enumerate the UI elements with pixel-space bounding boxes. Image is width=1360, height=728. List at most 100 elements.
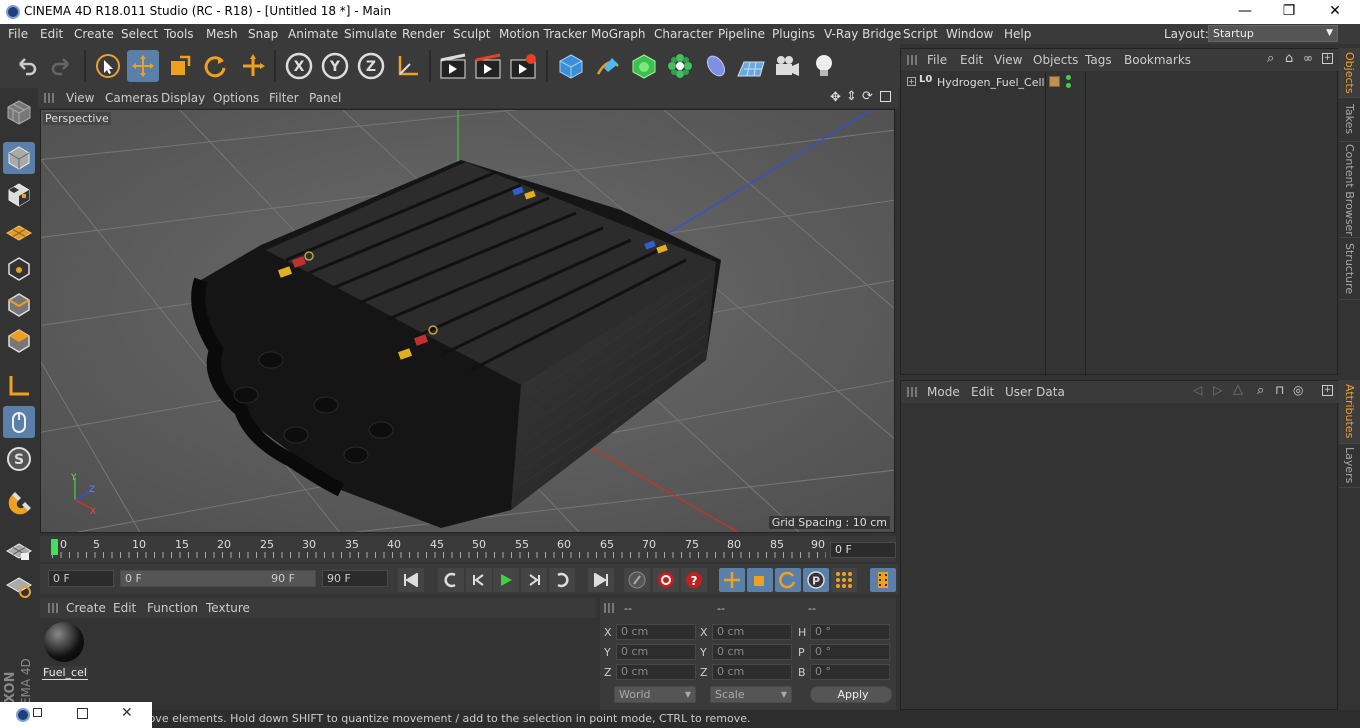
tab-objects[interactable]: Objects (1339, 48, 1360, 98)
light-button[interactable] (808, 50, 840, 82)
size-mode-select[interactable]: Scale ▼ (710, 686, 792, 703)
camera-button[interactable] (771, 50, 803, 82)
menu-character[interactable]: Character (654, 27, 713, 41)
object-menu-tags[interactable]: Tags (1085, 53, 1112, 67)
playhead-marker[interactable] (51, 539, 58, 555)
scale-tool-button[interactable] (164, 50, 196, 82)
menu-help[interactable]: Help (1004, 27, 1031, 41)
object-menu-objects[interactable]: Objects (1033, 53, 1078, 67)
minimize-button[interactable]: — (1222, 0, 1268, 24)
tab-attributes[interactable]: Attributes (1339, 380, 1360, 444)
maximize-button[interactable]: ❐ (1266, 0, 1312, 24)
home-icon[interactable]: ⌂ (1285, 51, 1293, 66)
material-menu-edit[interactable]: Edit (113, 601, 136, 615)
autokey-button[interactable] (653, 568, 679, 592)
close-icon[interactable]: ✕ (121, 705, 133, 721)
menu-file[interactable]: File (8, 27, 28, 41)
floor-button[interactable] (735, 50, 767, 82)
tab-content-browser[interactable]: Content Browser (1339, 142, 1360, 238)
end-frame-field[interactable]: 90 F (322, 570, 388, 587)
rotation-h-field[interactable]: 0 ° (810, 624, 890, 640)
model-mode-button[interactable] (3, 142, 35, 174)
live-selection-button[interactable] (92, 50, 124, 82)
size-y-field[interactable]: 0 cm (712, 644, 792, 660)
restore-icon[interactable] (33, 708, 42, 717)
size-x-field[interactable]: 0 cm (712, 624, 792, 640)
previous-key-button[interactable] (438, 568, 464, 592)
menu-pipeline[interactable]: Pipeline (718, 27, 765, 41)
object-menu-file[interactable]: File (927, 53, 947, 67)
lock-icon[interactable]: ⊓ (1275, 383, 1284, 397)
menu-select[interactable]: Select (121, 27, 158, 41)
viewport-menu-view[interactable]: View (66, 91, 94, 105)
redo-button[interactable] (46, 50, 78, 82)
apply-button[interactable]: Apply (810, 686, 892, 703)
go-to-start-button[interactable] (398, 568, 424, 592)
viewport-rotate-icon[interactable]: ⟳ (862, 89, 873, 104)
menu-tools[interactable]: Tools (164, 27, 194, 41)
rotation-p-field[interactable]: 0 ° (810, 644, 890, 660)
start-frame-field[interactable]: 0 F (48, 570, 114, 587)
object-menu-bookmarks[interactable]: Bookmarks (1124, 53, 1191, 67)
workplane-lock-button[interactable] (3, 534, 35, 566)
make-editable-button[interactable] (3, 96, 35, 128)
new-panel-icon[interactable]: + (1322, 53, 1333, 64)
attribute-menu-edit[interactable]: Edit (971, 385, 994, 399)
next-frame-button[interactable] (521, 568, 547, 592)
play-button[interactable] (493, 568, 519, 592)
menu-window[interactable]: Window (946, 27, 993, 41)
transform-tool-button[interactable] (237, 50, 269, 82)
menu-animate[interactable]: Animate (288, 27, 338, 41)
tab-layers[interactable]: Layers (1339, 444, 1360, 488)
layer-color-swatch[interactable] (1049, 76, 1060, 87)
key-parameter-button[interactable]: P (803, 568, 829, 592)
material-menu-texture[interactable]: Texture (206, 601, 250, 615)
tab-structure[interactable]: Structure (1339, 238, 1360, 300)
attribute-menu-user-data[interactable]: User Data (1005, 385, 1065, 399)
target-icon[interactable]: ◎ (1293, 383, 1303, 397)
viewport-menu-options[interactable]: Options (213, 91, 259, 105)
back-arrow-icon[interactable]: ◁ (1193, 383, 1202, 397)
viewport-menu-cameras[interactable]: Cameras (105, 91, 158, 105)
z-axis-lock-button[interactable]: Z (355, 50, 387, 82)
menu-edit[interactable]: Edit (40, 27, 63, 41)
go-to-end-button[interactable] (588, 568, 614, 592)
tweak-mode-button[interactable] (3, 406, 35, 438)
previous-frame-button[interactable] (466, 568, 492, 592)
points-mode-button[interactable] (3, 253, 35, 285)
snap-button[interactable] (3, 488, 35, 520)
keyframe-selection-button[interactable]: ? (681, 568, 707, 592)
viewport-maximize-icon[interactable] (880, 91, 891, 102)
object-row[interactable]: + L0 Hydrogen_Fuel_Cell (901, 74, 1337, 92)
frame-range-slider[interactable]: 0 F 90 F (120, 570, 316, 587)
size-z-field[interactable]: 0 cm (712, 664, 792, 680)
layout-select[interactable]: Startup ▼ (1208, 25, 1338, 42)
menu-mograph[interactable]: MoGraph (591, 27, 646, 41)
close-button[interactable]: ✕ (1312, 0, 1358, 24)
viewport-menu-display[interactable]: Display (161, 91, 205, 105)
menu-create[interactable]: Create (74, 27, 114, 41)
record-key-button[interactable] (624, 568, 650, 592)
object-menu-edit[interactable]: Edit (960, 53, 983, 67)
polygons-mode-button[interactable] (3, 325, 35, 357)
cloner-button[interactable] (664, 50, 696, 82)
material-swatch[interactable]: Fuel_cel (42, 620, 88, 680)
key-rotation-button[interactable] (775, 568, 801, 592)
coordinate-space-select[interactable]: World ▼ (614, 686, 696, 703)
tab-takes[interactable]: Takes (1339, 98, 1360, 142)
y-axis-lock-button[interactable]: Y (319, 50, 351, 82)
attribute-menu-mode[interactable]: Mode (927, 385, 960, 399)
subdivision-surface-button[interactable] (628, 50, 660, 82)
workplane-mode-button[interactable] (3, 216, 35, 248)
new-panel-icon[interactable]: + (1322, 385, 1333, 396)
pen-spline-button[interactable] (592, 50, 624, 82)
rotate-tool-button[interactable] (199, 50, 231, 82)
material-menu-create[interactable]: Create (66, 601, 106, 615)
key-point-level-button[interactable] (831, 568, 857, 592)
forward-arrow-icon[interactable]: ▷ (1213, 383, 1222, 397)
menu-mesh[interactable]: Mesh (206, 27, 238, 41)
axis-mode-button[interactable] (3, 370, 35, 402)
coordinate-system-button[interactable] (392, 50, 424, 82)
texture-mode-button[interactable] (3, 179, 35, 211)
render-visibility-dot[interactable] (1066, 83, 1071, 88)
